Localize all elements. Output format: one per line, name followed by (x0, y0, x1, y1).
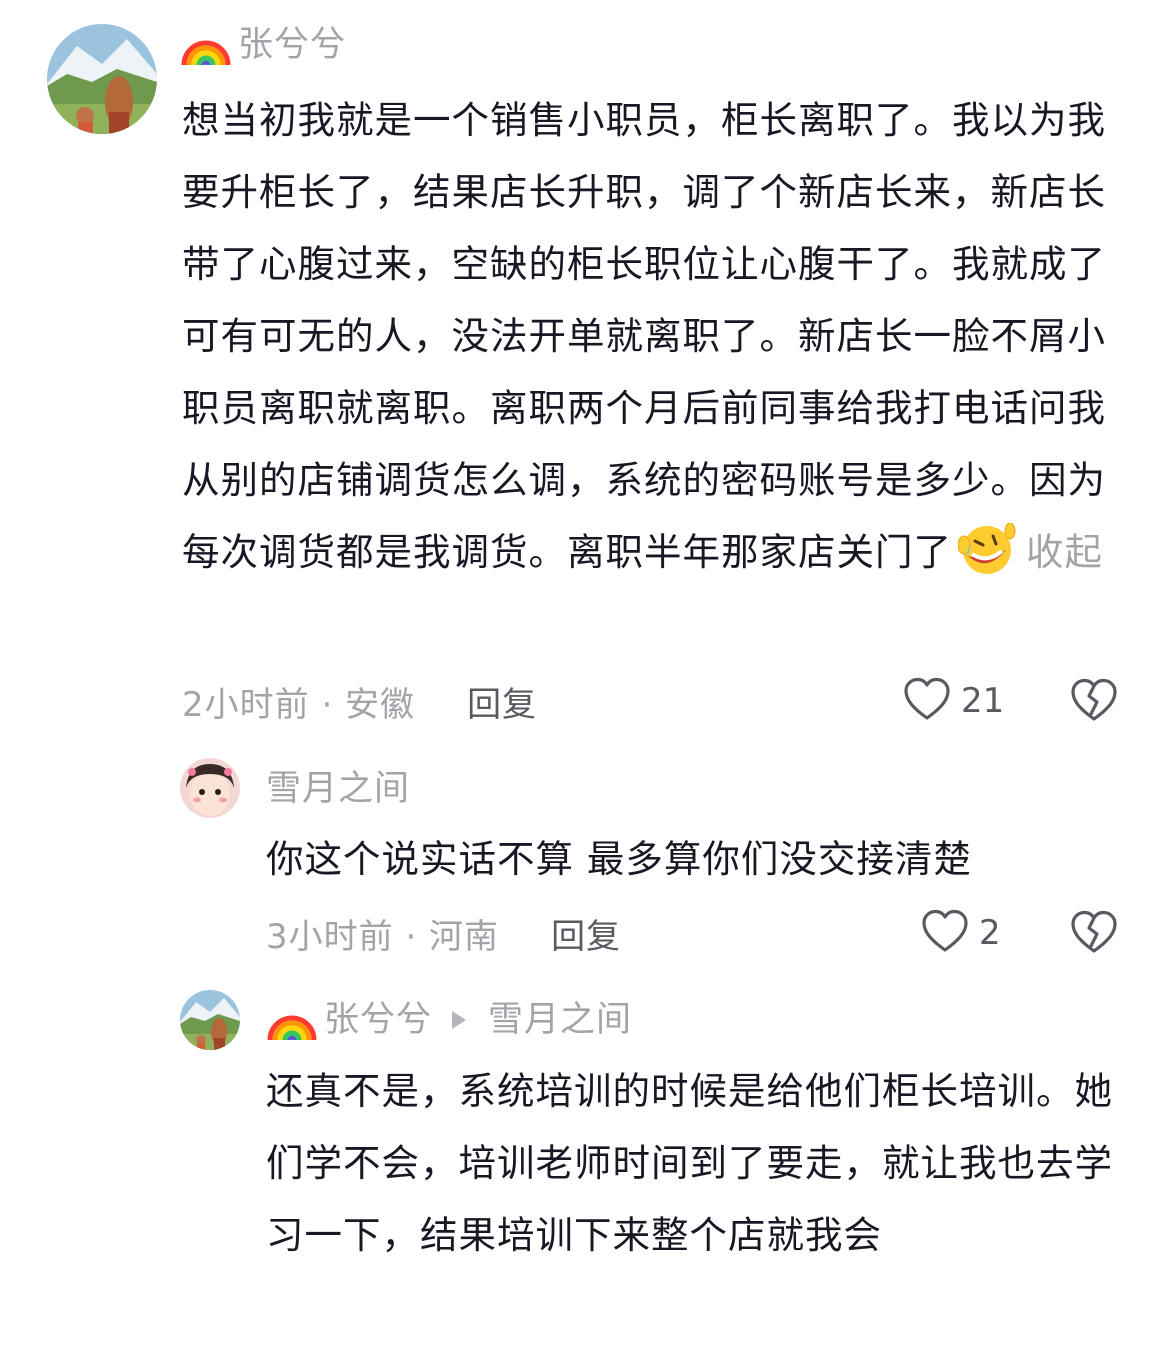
avatar[interactable] (180, 990, 240, 1050)
collapse-link[interactable]: 收起 (1026, 530, 1103, 574)
username[interactable]: 雪月之间 (266, 764, 410, 814)
broken-heart-icon[interactable] (1070, 678, 1118, 726)
rainbow-icon (266, 994, 318, 1046)
username[interactable]: 张兮兮 (324, 995, 432, 1045)
reply-button[interactable]: 回复 (551, 909, 621, 958)
heart-icon (921, 909, 969, 957)
reply-button[interactable]: 回复 (467, 677, 537, 726)
comment-text: 想当初我就是一个销售小职员，柜长离职了。我以为我要升柜长了，结果店长升职，调了个… (182, 84, 1112, 598)
like-count: 2 (979, 913, 1001, 953)
comment-text: 还真不是，系统培训的时候是给他们柜长培训。她们学不会，培训老师时间到了要走，就让… (266, 1069, 1113, 1257)
timestamp-location: 3小时前 · 河南 (266, 916, 500, 957)
like-button[interactable]: 21 (903, 676, 1004, 726)
rainbow-icon (180, 19, 232, 71)
comment-text: 你这个说实话不算 最多算你们没交接清楚 (266, 837, 972, 881)
heart-icon (903, 677, 951, 725)
timestamp-location: 2小时前 · 安徽 (182, 684, 416, 725)
rolling-on-floor-laughing-emoji (957, 522, 1016, 598)
avatar[interactable] (47, 24, 157, 134)
like-button[interactable]: 2 (921, 908, 1001, 958)
like-count: 21 (961, 681, 1005, 721)
avatar[interactable] (180, 758, 240, 818)
reply-to-username[interactable]: 雪月之间 (488, 995, 632, 1045)
reply-to-arrow-icon (452, 1011, 467, 1029)
broken-heart-icon[interactable] (1070, 910, 1118, 958)
username[interactable]: 张兮兮 (238, 20, 346, 70)
